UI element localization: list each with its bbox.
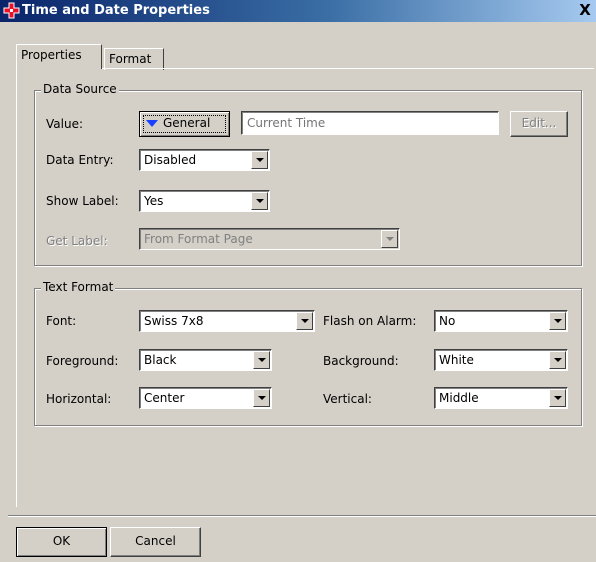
- horizontal-value: Center: [144, 391, 185, 405]
- show-label-label: Show Label:: [46, 194, 119, 208]
- show-label-select[interactable]: Yes: [139, 190, 270, 212]
- tab-format[interactable]: Format: [104, 48, 164, 70]
- ok-button-label: OK: [52, 534, 71, 548]
- app-icon: [3, 2, 20, 19]
- chevron-down-icon[interactable]: [296, 312, 313, 330]
- close-button[interactable]: X: [576, 0, 594, 20]
- vertical-select[interactable]: Middle: [434, 387, 568, 409]
- chevron-down-icon[interactable]: [549, 389, 566, 407]
- value-source-input[interactable]: [242, 112, 498, 134]
- get-label-select[interactable]: From Format Page: [139, 228, 400, 250]
- chevron-down-icon[interactable]: [381, 230, 398, 248]
- chevron-down-icon[interactable]: [253, 389, 270, 407]
- dropdown-arrow-icon: [146, 120, 158, 127]
- vertical-value: Middle: [439, 391, 479, 405]
- background-value: White: [439, 353, 474, 367]
- background-label: Background:: [323, 354, 399, 368]
- properties-dialog: Time and Date Properties X Properties Fo…: [0, 0, 596, 562]
- text-format-legend: Text Format: [41, 280, 116, 294]
- value-source-field[interactable]: [241, 111, 499, 135]
- font-value: Swiss 7x8: [144, 314, 204, 328]
- foreground-value: Black: [144, 353, 177, 367]
- horizontal-select[interactable]: Center: [139, 387, 272, 409]
- data-entry-label: Data Entry:: [46, 153, 114, 167]
- font-label: Font:: [46, 314, 77, 328]
- font-select[interactable]: Swiss 7x8: [139, 310, 315, 332]
- footer-divider: [8, 515, 596, 517]
- ok-button[interactable]: OK: [16, 527, 107, 557]
- title-bar[interactable]: Time and Date Properties X: [0, 0, 596, 22]
- edit-button-label: Edit...: [521, 116, 557, 130]
- tab-format-label: Format: [109, 52, 152, 66]
- value-label: Value:: [46, 117, 83, 131]
- window-title: Time and Date Properties: [22, 3, 210, 18]
- general-button[interactable]: General: [139, 111, 230, 137]
- general-button-label: General: [163, 116, 211, 130]
- data-entry-select[interactable]: Disabled: [139, 149, 270, 171]
- edit-button[interactable]: Edit...: [510, 111, 568, 137]
- vertical-label: Vertical:: [323, 392, 372, 406]
- flash-on-alarm-label: Flash on Alarm:: [323, 314, 417, 328]
- flash-on-alarm-value: No: [439, 314, 456, 328]
- cancel-button[interactable]: Cancel: [110, 527, 201, 557]
- get-label-value: From Format Page: [144, 232, 253, 246]
- get-label-label: Get Label:: [46, 234, 108, 248]
- chevron-down-icon[interactable]: [549, 312, 566, 330]
- chevron-down-icon[interactable]: [253, 351, 270, 369]
- background-select[interactable]: White: [434, 349, 568, 371]
- tab-properties-label: Properties: [21, 48, 82, 62]
- tab-properties[interactable]: Properties: [16, 44, 102, 69]
- foreground-select[interactable]: Black: [139, 349, 272, 371]
- horizontal-label: Horizontal:: [46, 392, 112, 406]
- chevron-down-icon[interactable]: [251, 192, 268, 210]
- cancel-button-label: Cancel: [135, 534, 176, 548]
- data-entry-value: Disabled: [144, 153, 197, 167]
- foreground-label: Foreground:: [46, 354, 119, 368]
- data-source-legend: Data Source: [41, 82, 119, 96]
- chevron-down-icon[interactable]: [549, 351, 566, 369]
- flash-on-alarm-select[interactable]: No: [434, 310, 568, 332]
- chevron-down-icon[interactable]: [251, 151, 268, 169]
- show-label-value: Yes: [144, 194, 164, 208]
- close-icon: X: [579, 1, 591, 19]
